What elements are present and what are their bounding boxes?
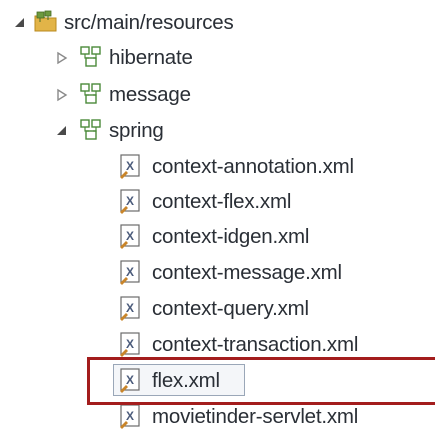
xml-file-icon: X xyxy=(118,331,144,357)
svg-text:X: X xyxy=(126,229,134,243)
project-explorer-tree: src/main/resources hibernate message spr… xyxy=(0,0,435,439)
package-icon xyxy=(78,44,104,70)
svg-text:X: X xyxy=(126,301,134,315)
tree-label: context-transaction.xml xyxy=(152,333,359,356)
tree-row-hibernate[interactable]: hibernate xyxy=(0,41,435,75)
tree-row-context-idgen-xml[interactable]: X context-idgen.xml xyxy=(0,220,435,254)
svg-text:X: X xyxy=(126,194,134,208)
collapsed-arrow-icon[interactable] xyxy=(54,50,70,66)
tree-row-context-annotation-xml[interactable]: X context-annotation.xml xyxy=(0,150,435,184)
tree-row-context-flex-xml[interactable]: X context-flex.xml xyxy=(0,185,435,219)
tree-label: context-idgen.xml xyxy=(152,225,310,248)
tree-row-context-query-xml[interactable]: X context-query.xml xyxy=(0,292,435,326)
svg-text:X: X xyxy=(126,159,134,173)
highlight-box xyxy=(87,357,435,405)
package-icon xyxy=(78,81,104,107)
tree-label: message xyxy=(109,83,191,106)
tree-row-spring[interactable]: spring xyxy=(0,114,435,148)
tree-label: src/main/resources xyxy=(64,11,234,34)
xml-file-icon: X xyxy=(118,188,144,214)
collapsed-arrow-icon[interactable] xyxy=(54,87,70,103)
expanded-arrow-icon[interactable] xyxy=(54,123,70,139)
tree-label: context-flex.xml xyxy=(152,190,292,213)
source-folder-icon xyxy=(33,9,59,35)
tree-label: context-message.xml xyxy=(152,261,342,284)
xml-file-icon: X xyxy=(118,223,144,249)
expanded-arrow-icon[interactable] xyxy=(12,15,28,31)
svg-text:X: X xyxy=(126,409,134,423)
tree-row-message[interactable]: message xyxy=(0,78,435,112)
tree-label: context-query.xml xyxy=(152,297,309,320)
tree-label: spring xyxy=(109,119,164,142)
svg-text:X: X xyxy=(126,265,134,279)
xml-file-icon: X xyxy=(118,259,144,285)
svg-text:X: X xyxy=(126,337,134,351)
tree-label: context-annotation.xml xyxy=(152,155,354,178)
tree-row-context-message-xml[interactable]: X context-message.xml xyxy=(0,256,435,290)
tree-row-src-main-resources[interactable]: src/main/resources xyxy=(0,6,435,40)
xml-file-icon: X xyxy=(118,153,144,179)
tree-row-movietinder-servlet-xml[interactable]: X movietinder-servlet.xml xyxy=(0,400,435,434)
xml-file-icon: X xyxy=(118,403,144,429)
tree-label: movietinder-servlet.xml xyxy=(152,405,359,428)
xml-file-icon: X xyxy=(118,295,144,321)
package-icon xyxy=(78,117,104,143)
tree-label: hibernate xyxy=(109,46,193,69)
